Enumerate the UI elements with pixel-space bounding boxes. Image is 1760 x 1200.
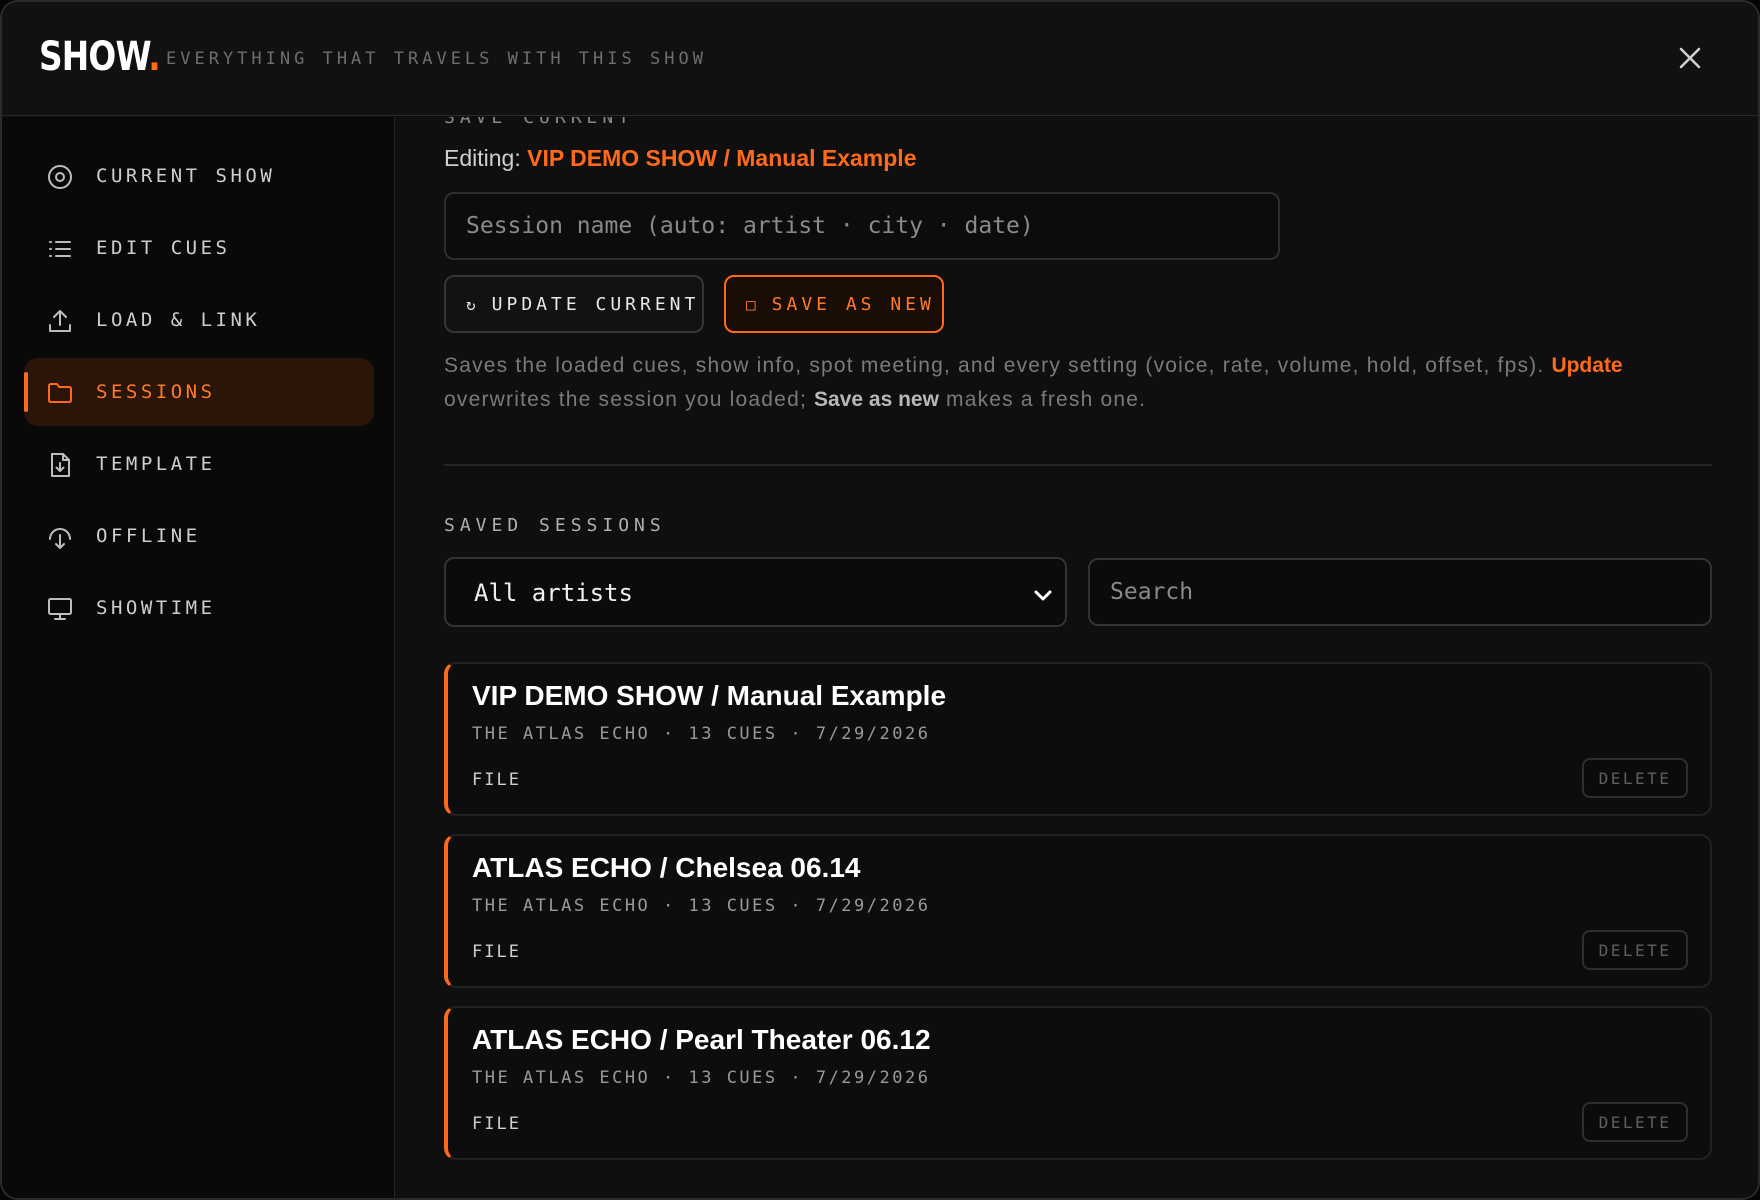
session-type: FILE [472,1114,521,1134]
main-panel: SAVE CURRENT Editing: VIP DEMO SHOW / Ma… [396,117,1758,1198]
sidebar-item-showtime[interactable]: SHOWTIME [24,574,374,642]
session-search-input[interactable] [1088,558,1712,626]
sidebar-item-label: SESSIONS [96,381,216,403]
file-download-icon [51,453,70,477]
save-as-new-button[interactable]: □ SAVE AS NEW [724,275,944,333]
saved-sessions-title: SAVED SESSIONS [444,515,666,536]
sidebar-item-sessions[interactable]: SESSIONS [24,358,374,426]
save-help-text: Saves the loaded cues, show info, spot m… [444,354,1623,411]
session-meta: THE ATLAS ECHO · 13 CUES · 7/29/2026 [472,724,931,744]
target-icon [48,165,72,189]
delete-button[interactable]: DELETE [1582,930,1688,970]
sidebar-item-offline[interactable]: OFFLINE [24,502,374,570]
monitor-icon [48,598,72,620]
session-type: FILE [472,770,521,790]
artist-filter-select[interactable]: All artists [444,557,1067,627]
sidebar-item-label: CURRENT SHOW [96,165,276,187]
upload-icon [49,310,71,332]
session-card[interactable]: VIP DEMO SHOW / Manual Example THE ATLAS… [444,662,1712,816]
sidebar-item-label: EDIT CUES [96,237,231,259]
session-type: FILE [472,942,521,962]
refresh-icon: ↻ [466,294,480,314]
editing-label: Editing: [444,145,521,171]
session-card[interactable]: ATLAS ECHO / Pearl Theater 06.12 THE ATL… [444,1006,1712,1160]
sidebar-item-label: TEMPLATE [96,453,216,475]
sidebar-item-label: OFFLINE [96,525,201,547]
editing-indicator: Editing: VIP DEMO SHOW / Manual Example [444,145,917,172]
folder-icon [48,383,72,403]
sidebar-item-load-link[interactable]: LOAD & LINK [24,286,374,354]
square-icon: □ [746,294,760,314]
header-tagline: EVERYTHING THAT TRAVELS WITH THIS SHOW [166,49,707,69]
session-title: ATLAS ECHO / Pearl Theater 06.12 [472,1024,931,1055]
session-title: VIP DEMO SHOW / Manual Example [472,680,947,711]
sidebar: CURRENT SHOW EDIT CUES LOAD & LINK SESSI… [2,117,395,1198]
editing-session-name: VIP DEMO SHOW / Manual Example [527,145,917,171]
session-meta: THE ATLAS ECHO · 13 CUES · 7/29/2026 [472,896,931,916]
chevron-down-icon [1034,590,1052,601]
dialog-header: SHOW. EVERYTHING THAT TRAVELS WITH THIS … [2,2,1758,116]
help-save-as-new-keyword: Save as new [814,388,939,411]
section-divider [444,464,1712,466]
session-card[interactable]: ATLAS ECHO / Chelsea 06.14 THE ATLAS ECH… [444,834,1712,988]
close-button[interactable] [1674,42,1706,74]
app-logo: SHOW. [39,34,161,80]
sidebar-item-template[interactable]: TEMPLATE [24,430,374,498]
close-icon [1679,47,1701,69]
update-current-label: UPDATE CURRENT [491,293,700,315]
sessions-dialog: SHOW. EVERYTHING THAT TRAVELS WITH THIS … [0,0,1760,1200]
save-as-new-label: SAVE AS NEW [771,293,935,315]
artist-filter-value: All artists [474,579,633,607]
delete-button[interactable]: DELETE [1582,1102,1688,1142]
sidebar-item-label: LOAD & LINK [96,309,261,331]
sidebar-item-current-show[interactable]: CURRENT SHOW [24,142,374,210]
session-meta: THE ATLAS ECHO · 13 CUES · 7/29/2026 [472,1068,931,1088]
session-name-input[interactable] [444,192,1280,260]
list-icon [49,241,71,257]
session-title: ATLAS ECHO / Chelsea 06.14 [472,852,861,883]
cloud-download-icon [49,528,71,549]
sidebar-item-label: SHOWTIME [96,597,216,619]
update-current-button[interactable]: ↻ UPDATE CURRENT [444,275,704,333]
sidebar-item-edit-cues[interactable]: EDIT CUES [24,214,374,282]
help-update-keyword: Update [1551,354,1623,377]
section-heading-save-current: SAVE CURRENT [444,117,635,128]
delete-button[interactable]: DELETE [1582,758,1688,798]
